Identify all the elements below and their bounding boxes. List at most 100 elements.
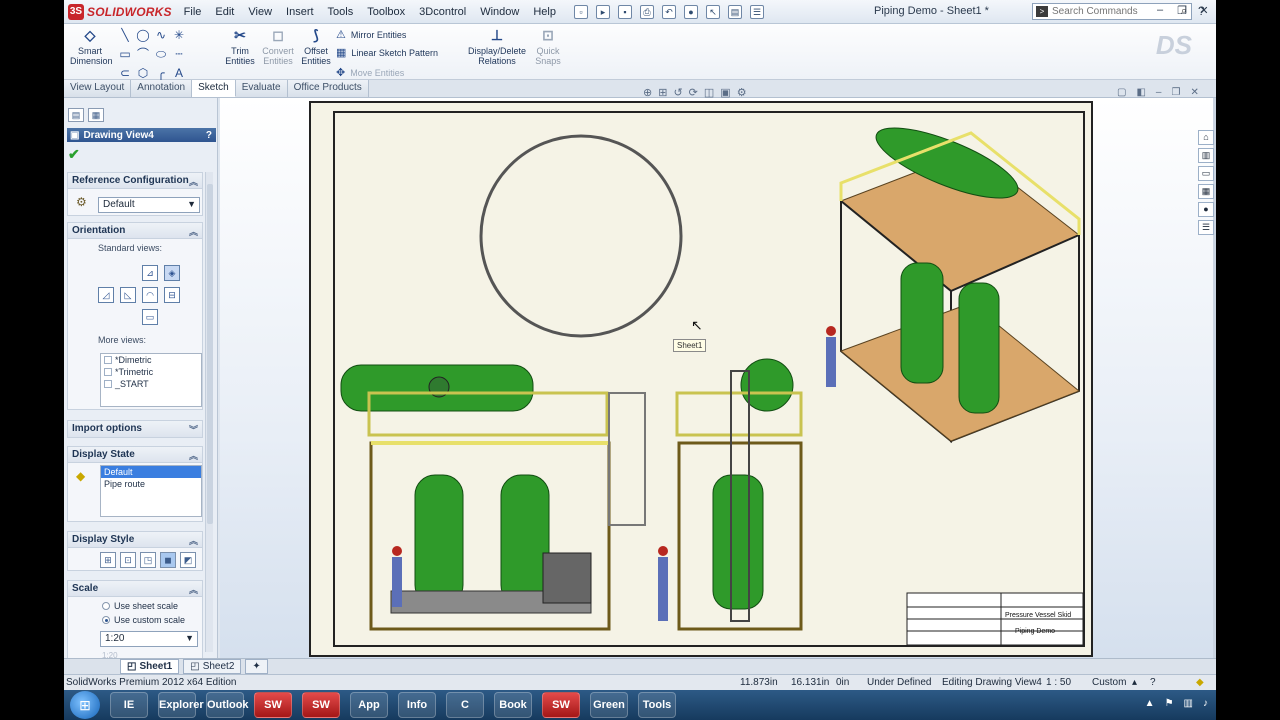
menu-file[interactable]: File	[184, 6, 202, 18]
open-folder-icon[interactable]: ▸	[595, 4, 610, 19]
view-checkbox[interactable]	[104, 368, 112, 376]
add-sheet-button[interactable]: ✦	[245, 659, 268, 674]
menu-window[interactable]: Window	[480, 6, 519, 18]
offset-entities-button[interactable]: ⟆ Offset Entities	[300, 26, 332, 66]
tray-volume-icon[interactable]: ♪	[1203, 698, 1208, 709]
help-status-icon[interactable]: ?	[1150, 677, 1156, 688]
convert-entities-button[interactable]: ◻ Convert Entities	[258, 26, 298, 66]
appearances-icon[interactable]: ●	[1198, 202, 1214, 217]
tray-network-icon[interactable]: ▥	[1184, 698, 1193, 709]
new-document-icon[interactable]: ▫	[573, 4, 588, 19]
collapse-chevron-icon[interactable]: ︽	[189, 583, 198, 595]
expand-chevron-icon[interactable]: ︾	[189, 423, 198, 435]
line-icon[interactable]: ╲	[116, 27, 134, 43]
radio-button[interactable]	[102, 602, 110, 610]
reference-configuration-select[interactable]: Default ▼	[98, 197, 200, 213]
restore-icon[interactable]: ❐	[1176, 4, 1188, 17]
display-relations-button[interactable]: ⊥ Display/Delete Relations	[466, 26, 528, 66]
app-logo[interactable]: 3S SOLIDWORKS	[64, 0, 180, 24]
smart-dimension-button[interactable]: ◇ Smart Dimension	[70, 26, 113, 66]
ok-checkmark-icon[interactable]: ✔	[68, 146, 80, 163]
shaded-with-edges-button[interactable]: ◼	[160, 552, 176, 568]
list-item[interactable]: *Trimetric	[101, 366, 201, 378]
use-sheet-scale-radio[interactable]: Use sheet scale	[102, 601, 178, 611]
sheet-tab-sheet1[interactable]: ◰ Sheet1	[120, 659, 180, 674]
taskbar-app-generic[interactable]: App	[350, 692, 388, 718]
left-view-button[interactable]: ◿	[98, 287, 114, 303]
menu-3dcontrol[interactable]: 3Dcontrol	[419, 6, 466, 18]
feature-tree-tab-icon[interactable]: ▤	[68, 108, 84, 122]
ellipse-icon[interactable]: ⬭	[152, 46, 170, 62]
custom-properties-icon[interactable]: ☰	[1198, 220, 1214, 235]
scrollbar-thumb[interactable]	[207, 184, 213, 524]
menu-edit[interactable]: Edit	[215, 6, 234, 18]
use-custom-scale-radio[interactable]: Use custom scale	[102, 615, 185, 625]
centerline-icon[interactable]: ┄	[170, 46, 188, 62]
menu-tools[interactable]: Tools	[328, 6, 354, 18]
units-arrow-icon[interactable]: ▴	[1132, 677, 1137, 688]
right-view-button[interactable]: ◺	[120, 287, 136, 303]
text-icon[interactable]: A	[170, 65, 188, 81]
file-properties-icon[interactable]: ▤	[727, 4, 742, 19]
design-library-icon[interactable]: ▥	[1198, 148, 1214, 163]
menu-help[interactable]: Help	[533, 6, 556, 18]
collapse-chevron-icon[interactable]: ︽	[189, 534, 198, 546]
view-palette-icon[interactable]: ▦	[1198, 184, 1214, 199]
view-checkbox[interactable]	[104, 356, 112, 364]
isometric-view-button[interactable]: ◈	[164, 265, 180, 281]
point-icon[interactable]: ✳	[170, 27, 188, 43]
polygon-icon[interactable]: ⬡	[134, 65, 152, 81]
print-icon[interactable]: ⎙	[639, 4, 654, 19]
sketch-circle[interactable]	[479, 134, 683, 338]
viewport-minimize-icon[interactable]: –	[1156, 87, 1162, 98]
back-view-button[interactable]: ▭	[142, 309, 158, 325]
arc-icon[interactable]: ⌒	[134, 46, 152, 62]
minimize-icon[interactable]: –	[1154, 4, 1166, 17]
start-button[interactable]: ⊞	[70, 691, 100, 719]
circle-icon[interactable]: ◯	[134, 27, 152, 43]
collapse-chevron-icon[interactable]: ︽	[189, 225, 198, 237]
fillet-icon[interactable]: ╭	[152, 65, 170, 81]
taskbar-app-solidworks[interactable]: SW	[254, 692, 292, 718]
tray-arrow-icon[interactable]: ▲	[1145, 698, 1155, 709]
taskbar-app-explorer[interactable]: Explorer	[158, 692, 204, 718]
list-item[interactable]: *Dimetric	[101, 354, 201, 366]
bottom-view-button[interactable]: ⊟	[164, 287, 180, 303]
property-manager-tab-icon[interactable]: ▦	[88, 108, 104, 122]
undo-icon[interactable]: ↶	[661, 4, 676, 19]
tab-evaluate[interactable]: Evaluate	[235, 80, 288, 97]
select-arrow-icon[interactable]: ↖	[705, 4, 720, 19]
scale-header[interactable]: Scale ︽	[68, 581, 202, 597]
menu-view[interactable]: View	[248, 6, 272, 18]
help-question-icon[interactable]: ?	[206, 130, 212, 141]
taskbar-app-outlook[interactable]: Outlook	[206, 692, 249, 718]
tab-office-products[interactable]: Office Products	[287, 80, 369, 97]
move-entities-button[interactable]: ✥ Move Entities	[336, 66, 404, 79]
file-explorer-icon[interactable]: ▭	[1198, 166, 1214, 181]
sheet-tab-sheet2[interactable]: ◰ Sheet2	[183, 659, 242, 674]
home-icon[interactable]: ⌂	[1198, 130, 1214, 145]
hidden-lines-visible-button[interactable]: ⊡	[120, 552, 136, 568]
units-selector[interactable]: Custom	[1092, 677, 1126, 688]
tab-view-layout[interactable]: View Layout	[64, 80, 132, 97]
mirror-entities-button[interactable]: ⚠ Mirror Entities	[336, 28, 406, 41]
taskbar-app-solidworks-3[interactable]: SW	[542, 692, 580, 718]
side-view[interactable]	[658, 358, 803, 631]
radio-button[interactable]	[102, 616, 110, 624]
viewport-restore-icon[interactable]: ❐	[1171, 87, 1180, 98]
shaded-button[interactable]: ◩	[180, 552, 196, 568]
menu-toolbox[interactable]: Toolbox	[367, 6, 405, 18]
options-icon[interactable]: ☰	[749, 4, 764, 19]
spline-icon[interactable]: ∿	[152, 27, 170, 43]
linear-pattern-button[interactable]: ▦ Linear Sketch Pattern	[336, 46, 438, 59]
viewport-split-icon[interactable]: ◧	[1136, 87, 1145, 98]
save-icon[interactable]: ▪	[617, 4, 632, 19]
tray-flag-icon[interactable]: ⚑	[1165, 698, 1174, 709]
pm-scrollbar[interactable]	[205, 172, 213, 652]
orientation-header[interactable]: Orientation ︽	[68, 223, 202, 239]
list-item[interactable]: Default	[101, 466, 201, 478]
taskbar-app-solidworks-2[interactable]: SW	[302, 692, 340, 718]
taskbar-app-ie[interactable]: IE	[110, 692, 148, 718]
front-view-button[interactable]: ⊿	[142, 265, 158, 281]
scale-select[interactable]: 1:20 ▼	[100, 631, 198, 647]
